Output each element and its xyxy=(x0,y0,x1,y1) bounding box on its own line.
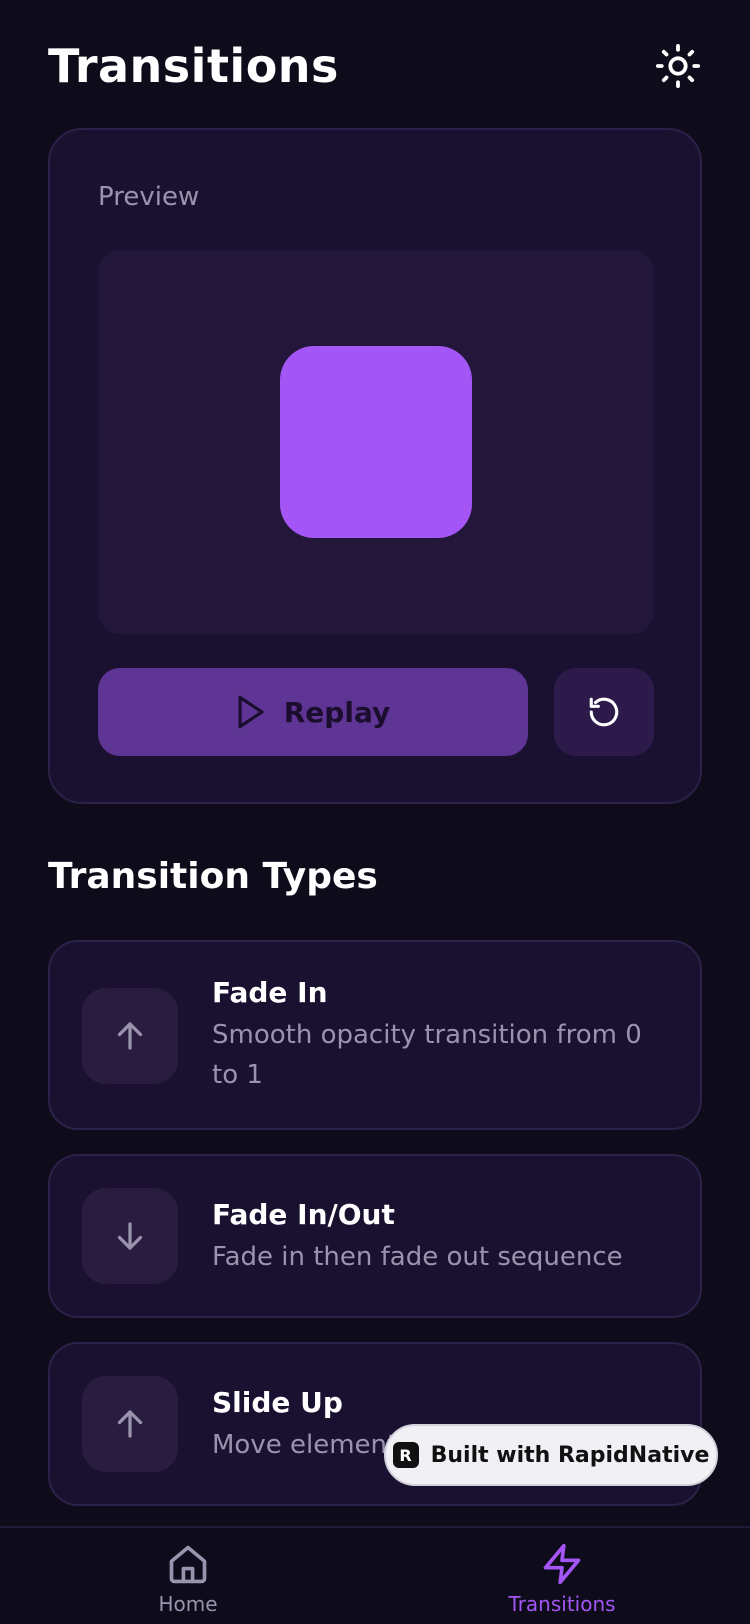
tab-label: Home xyxy=(158,1592,218,1616)
replay-label: Replay xyxy=(283,695,391,729)
transition-title: Fade In/Out xyxy=(212,1198,395,1231)
transition-description: Smooth opacity transition from 0 to 1 xyxy=(212,1020,642,1090)
transition-icon-box xyxy=(82,1188,178,1284)
tab-transitions[interactable]: Transitions xyxy=(462,1542,662,1624)
animated-demo-box xyxy=(280,346,472,538)
header: Transitions xyxy=(48,34,702,98)
theme-toggle-button[interactable] xyxy=(654,42,702,90)
badge-label: Built with RapidNative xyxy=(430,1442,710,1468)
rotate-ccw-icon xyxy=(589,697,619,727)
page-title: Transitions xyxy=(48,39,339,93)
tab-label: Transitions xyxy=(508,1592,616,1616)
transition-types-title: Transition Types xyxy=(48,856,378,897)
preview-card: Preview Replay xyxy=(48,128,702,804)
transition-text: Fade In Smooth opacity transition from 0… xyxy=(212,976,660,1095)
arrow-up-icon xyxy=(117,1022,143,1050)
sun-icon xyxy=(655,43,701,89)
built-with-badge[interactable]: R Built with RapidNative xyxy=(384,1424,718,1486)
preview-label: Preview xyxy=(98,182,200,212)
bottom-tab-bar: Home Transitions xyxy=(0,1526,750,1624)
transition-title: Slide Up xyxy=(212,1386,343,1419)
preview-stage xyxy=(98,250,654,634)
tab-home[interactable]: Home xyxy=(88,1542,288,1624)
replay-button[interactable]: Replay xyxy=(98,668,528,756)
transition-item-fade-in-out[interactable]: Fade In/Out Fade in then fade out sequen… xyxy=(48,1154,702,1318)
transition-icon-box xyxy=(82,988,178,1084)
rapidnative-logo-icon: R xyxy=(392,1442,419,1468)
transition-description: Fade in then fade out sequence xyxy=(212,1242,623,1272)
transition-text: Fade In/Out Fade in then fade out sequen… xyxy=(212,1198,660,1277)
transition-item-fade-in[interactable]: Fade In Smooth opacity transition from 0… xyxy=(48,940,702,1130)
play-icon xyxy=(238,695,264,729)
zap-icon xyxy=(543,1543,581,1585)
transition-icon-box xyxy=(82,1376,178,1472)
home-icon xyxy=(169,1545,207,1584)
reset-button[interactable] xyxy=(554,668,654,756)
arrow-up-icon xyxy=(117,1410,143,1438)
arrow-down-icon xyxy=(117,1222,143,1250)
transition-title: Fade In xyxy=(212,976,328,1009)
